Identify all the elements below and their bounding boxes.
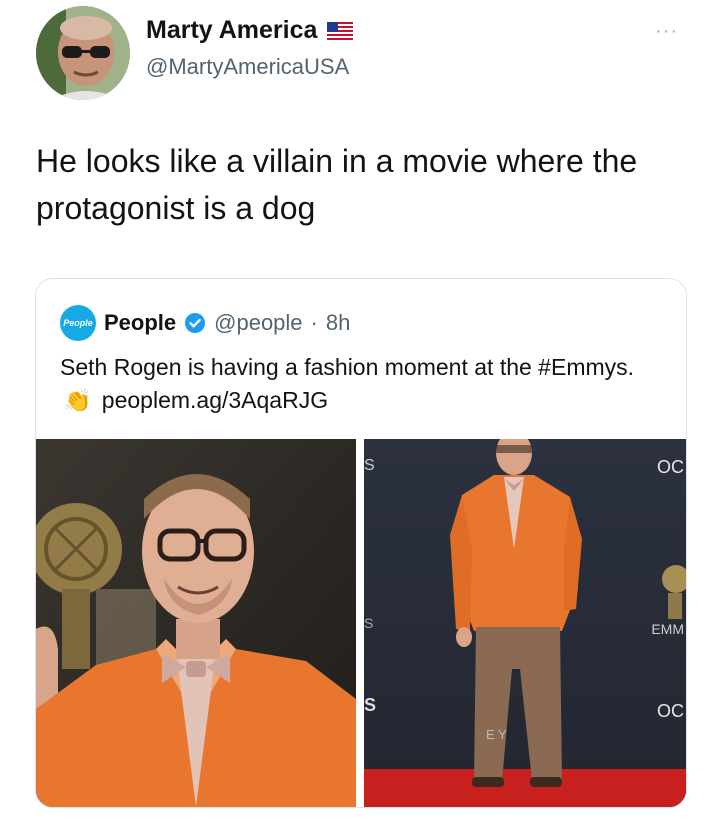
quoted-link[interactable]: peoplem.ag/3AqaRJG [102,387,328,413]
verified-badge-icon [185,313,206,333]
dot-separator: · [310,310,318,335]
photo-fullbody[interactable]: S S S OC EMM OC E Y [364,439,686,807]
quoted-author-name[interactable]: People [104,310,176,336]
author-handle[interactable]: @MartyAmericaUSA [146,54,349,80]
backdrop-logo-bottom: OC [657,701,684,721]
quoted-timestamp[interactable]: 8h [326,310,350,336]
quoted-tweet-text: Seth Rogen is having a fashion moment at… [60,351,660,417]
clapping-hands-icon: 👏 [64,388,92,413]
more-options-icon[interactable]: ··· [655,20,678,43]
media-grid: S S S OC EMM OC E Y [36,439,686,807]
photo-closeup[interactable] [36,439,356,807]
backdrop-letter-s-mid: S [364,615,374,631]
quoted-tweet-card[interactable]: People People @people · 8h Seth Rogen is… [35,278,687,808]
avatar[interactable] [36,6,130,100]
avatar-image [36,6,130,100]
backdrop-text-bottom: E Y [486,727,507,742]
backdrop-logo-top: OC [657,457,684,477]
photo-closeup-image [36,439,356,807]
backdrop-emmy-text: EMM [651,621,684,637]
people-logo-icon: People [60,305,96,341]
author-name-row[interactable]: Marty America [146,16,354,45]
quoted-author-handle[interactable]: @people [214,310,302,336]
us-flag-icon [327,21,354,40]
author-name[interactable]: Marty America [146,16,317,45]
tweet-text: He looks like a villain in a movie where… [36,143,638,226]
quoted-tweet-header: People People @people · 8h [60,305,350,341]
backdrop-letter-s-top: S [364,457,375,474]
backdrop-letter-s-bottom: S [364,695,377,715]
photo-fullbody-image [364,439,686,807]
quoted-text-body: Seth Rogen is having a fashion moment at… [60,354,635,380]
